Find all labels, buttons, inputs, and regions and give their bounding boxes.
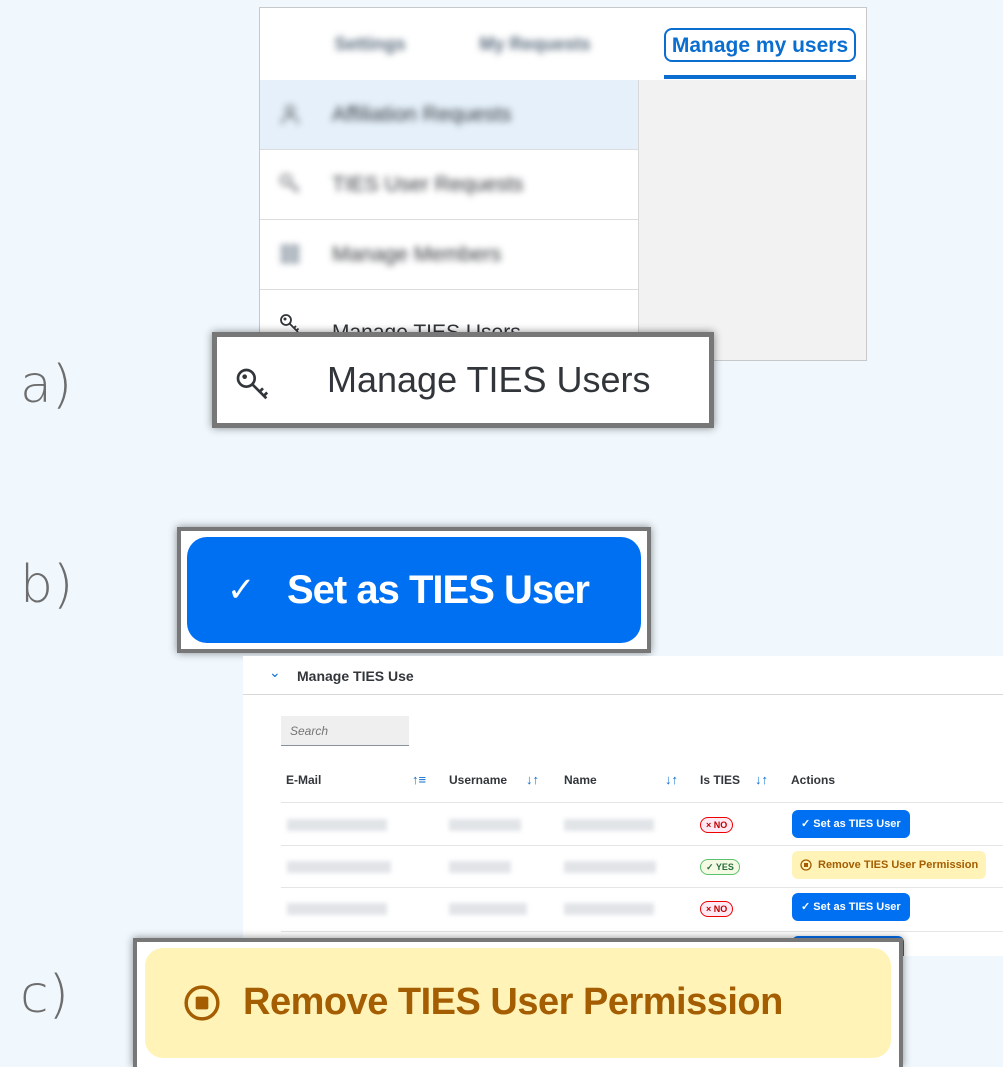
name-cell: [564, 903, 654, 915]
sort-ascending-icon[interactable]: ↑≡: [412, 760, 426, 800]
set-as-ties-user-button[interactable]: ✓ Set as TIES User: [792, 810, 910, 838]
row-divider: [281, 845, 1003, 846]
menu-item-ties-user-requests[interactable]: TIES User Requests: [260, 150, 638, 220]
set-as-ties-user-button[interactable]: ✓ Set as TIES User: [792, 893, 910, 921]
tab-bar: Settings My Requests Manage my users: [260, 8, 866, 80]
status-badge-no: × NO: [700, 817, 734, 833]
button-label: Remove TIES User Permission: [243, 981, 783, 1023]
panel-label-a: a): [20, 355, 73, 415]
remove-ties-user-permission-button[interactable]: Remove TIES User Permission: [145, 948, 891, 1058]
chevron-down-icon[interactable]: ⌄: [269, 664, 281, 681]
email-cell: [287, 819, 387, 831]
key-icon: [236, 368, 269, 400]
sort-icon[interactable]: ↓↑: [755, 760, 768, 800]
column-header-username[interactable]: Username: [449, 760, 507, 800]
name-cell: [564, 861, 656, 873]
row-divider: [281, 887, 1003, 888]
remove-ties-user-permission-button[interactable]: Remove TIES User Permission: [792, 851, 987, 879]
username-cell: [449, 903, 527, 915]
search-input[interactable]: [281, 716, 409, 746]
status-badge-yes: ✓ YES: [700, 859, 740, 875]
username-cell: [449, 819, 521, 831]
zoom-set-as-ties-user: ✓ Set as TIES User: [177, 527, 651, 653]
panel-label-b: b): [20, 555, 74, 615]
column-header-email[interactable]: E-Mail: [286, 760, 321, 800]
column-header-is-ties[interactable]: Is TIES: [700, 760, 740, 800]
zoom-remove-ties-user-permission: Remove TIES User Permission: [133, 938, 903, 1067]
status-badge-no: × NO: [700, 901, 734, 917]
column-header-name[interactable]: Name: [564, 760, 597, 800]
stop-icon: [184, 985, 220, 1021]
tab-my-requests[interactable]: My Requests: [450, 8, 620, 80]
email-cell: [287, 861, 391, 873]
button-label: Remove TIES User Permission: [818, 859, 979, 871]
key-icon: [280, 174, 299, 193]
content-pane: [638, 80, 866, 360]
menu-item-label: Manage Members: [332, 243, 502, 266]
zoom-label: Manage TIES Users: [327, 359, 651, 400]
menu-item-label: Affiliation Requests: [332, 103, 512, 126]
zoom-manage-ties-users[interactable]: Manage TIES Users: [212, 332, 714, 428]
username-cell: [449, 861, 511, 873]
menu-item-manage-members[interactable]: Manage Members: [260, 220, 638, 290]
name-cell: [564, 819, 654, 831]
menu-item-label: TIES User Requests: [332, 173, 524, 196]
column-header-actions: Actions: [791, 773, 836, 787]
table-icon: [281, 245, 299, 263]
check-icon: ✓: [227, 571, 256, 609]
active-tab-indicator: [664, 75, 856, 79]
manage-ties-users-table: ⌄ Manage TIES Use E-Mail ↑≡ Username ↓↑ …: [243, 656, 1003, 956]
stop-icon: [800, 859, 812, 871]
tab-manage-my-users[interactable]: Manage my users: [664, 28, 856, 62]
row-divider: [281, 931, 1003, 932]
set-as-ties-user-button[interactable]: ✓ Set as TIES User: [187, 537, 641, 643]
row-divider: [281, 802, 1003, 803]
panel-label-c: c): [20, 965, 69, 1025]
person-icon: [281, 105, 299, 125]
section-header[interactable]: ⌄ Manage TIES Use: [243, 656, 1003, 695]
tab-settings[interactable]: Settings: [310, 8, 430, 80]
menu-item-affiliation-requests[interactable]: Affiliation Requests: [260, 80, 638, 150]
section-title: Manage TIES Use: [297, 668, 414, 684]
email-cell: [287, 903, 387, 915]
sort-icon[interactable]: ↓↑: [526, 760, 539, 800]
menu-screenshot: Settings My Requests Manage my users Aff…: [259, 7, 867, 361]
sort-icon[interactable]: ↓↑: [665, 760, 678, 800]
button-label: Set as TIES User: [287, 568, 590, 612]
